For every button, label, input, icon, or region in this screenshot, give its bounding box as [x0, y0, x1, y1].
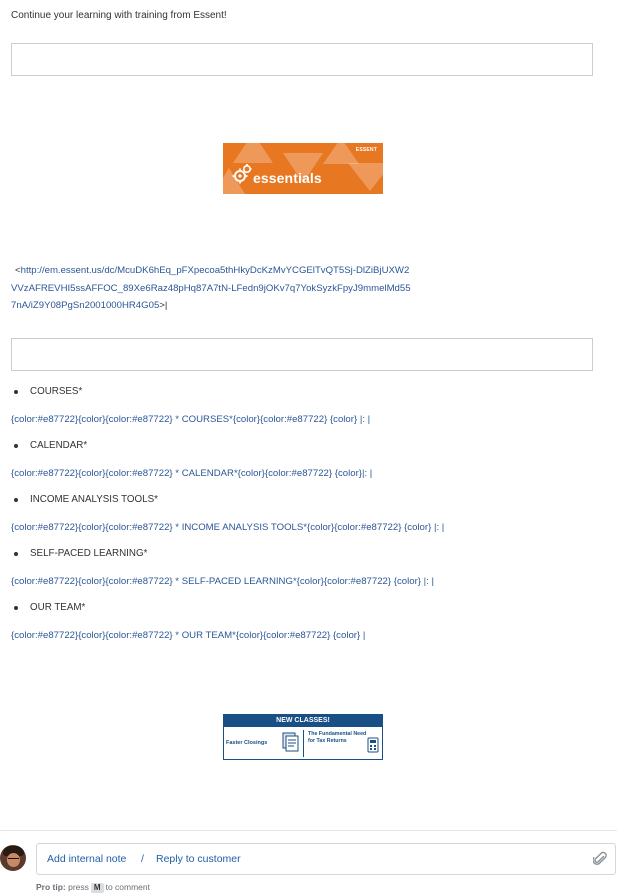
tax-returns-label: The Fundamental Need for Tax Returns — [308, 731, 367, 744]
url-suffix: >| — [159, 300, 168, 311]
url-prefix: < — [15, 265, 21, 276]
comment-composer[interactable]: Add internal note / Reply to customer — [36, 843, 616, 875]
list-item: COURSES* {color:#e87722}{color}{color:#e… — [0, 378, 617, 432]
faster-closings-label: Faster Closings — [226, 740, 268, 746]
list-item-label: CALENDAR* — [30, 440, 88, 451]
list-item: SELF-PACED LEARNING* {color:#e87722}{col… — [0, 540, 617, 594]
reply-to-customer-link[interactable]: Reply to customer — [156, 853, 241, 865]
pro-tip-action: to comment — [105, 882, 150, 892]
documents-icon — [282, 732, 299, 752]
bullet-icon — [14, 444, 18, 448]
essentials-banner-image[interactable]: ESSENT essentials — [223, 143, 383, 194]
paperclip-icon[interactable] — [593, 850, 607, 867]
calculator-icon — [367, 737, 379, 753]
bullet-icon — [14, 552, 18, 556]
avatar — [0, 845, 26, 871]
list-item: CALENDAR* {color:#e87722}{color}{color:#… — [0, 432, 617, 486]
empty-table-box-2 — [11, 338, 593, 371]
add-internal-note-link[interactable]: Add internal note — [47, 853, 126, 865]
list-item-label: SELF-PACED LEARNING* — [30, 548, 148, 559]
gears-icon — [232, 164, 252, 184]
bullet-icon — [14, 390, 18, 394]
composer-separator: / — [141, 853, 144, 865]
new-classes-heading: NEW CLASSES! — [224, 715, 382, 727]
empty-table-box — [11, 43, 593, 76]
bullet-icon — [14, 498, 18, 502]
list-item: INCOME ANALYSIS TOOLS* {color:#e87722}{c… — [0, 486, 617, 540]
list-item-label: INCOME ANALYSIS TOOLS* — [30, 494, 158, 505]
color-markup-link[interactable]: {color:#e87722}{color}{color:#e87722} * … — [11, 468, 372, 479]
list-item: OUR TEAM* {color:#e87722}{color}{color:#… — [0, 594, 617, 648]
intro-text: Continue your learning with training fro… — [11, 10, 227, 21]
new-classes-banner-image[interactable]: NEW CLASSES! Faster Closings The Fundame… — [223, 714, 383, 760]
color-markup-link[interactable]: {color:#e87722}{color}{color:#e87722} * … — [11, 522, 444, 533]
list-item-label: COURSES* — [30, 386, 83, 397]
list-item-label: OUR TEAM* — [30, 602, 86, 613]
pro-tip: Pro tip: press Mto comment — [36, 882, 150, 893]
keyboard-key: M — [90, 883, 104, 893]
url-paragraph: <http://em.essent.us/dc/McuDK6hEq_pFXpec… — [11, 262, 411, 315]
footer-divider — [0, 830, 617, 831]
pro-tip-press: press — [68, 882, 89, 892]
color-markup-link[interactable]: {color:#e87722}{color}{color:#e87722} * … — [11, 630, 365, 641]
essentials-wordmark: essentials — [253, 170, 322, 186]
color-markup-link[interactable]: {color:#e87722}{color}{color:#e87722} * … — [11, 414, 370, 425]
color-markup-link[interactable]: {color:#e87722}{color}{color:#e87722} * … — [11, 576, 434, 587]
bullet-icon — [14, 606, 18, 610]
banner-divider — [303, 730, 304, 757]
essent-brand-label: ESSENT — [355, 147, 377, 153]
menu-list: COURSES* {color:#e87722}{color}{color:#e… — [0, 378, 617, 648]
pro-tip-label: Pro tip: — [36, 882, 66, 892]
essent-link[interactable]: http://em.essent.us/dc/McuDK6hEq_pFXpeco… — [11, 265, 411, 311]
